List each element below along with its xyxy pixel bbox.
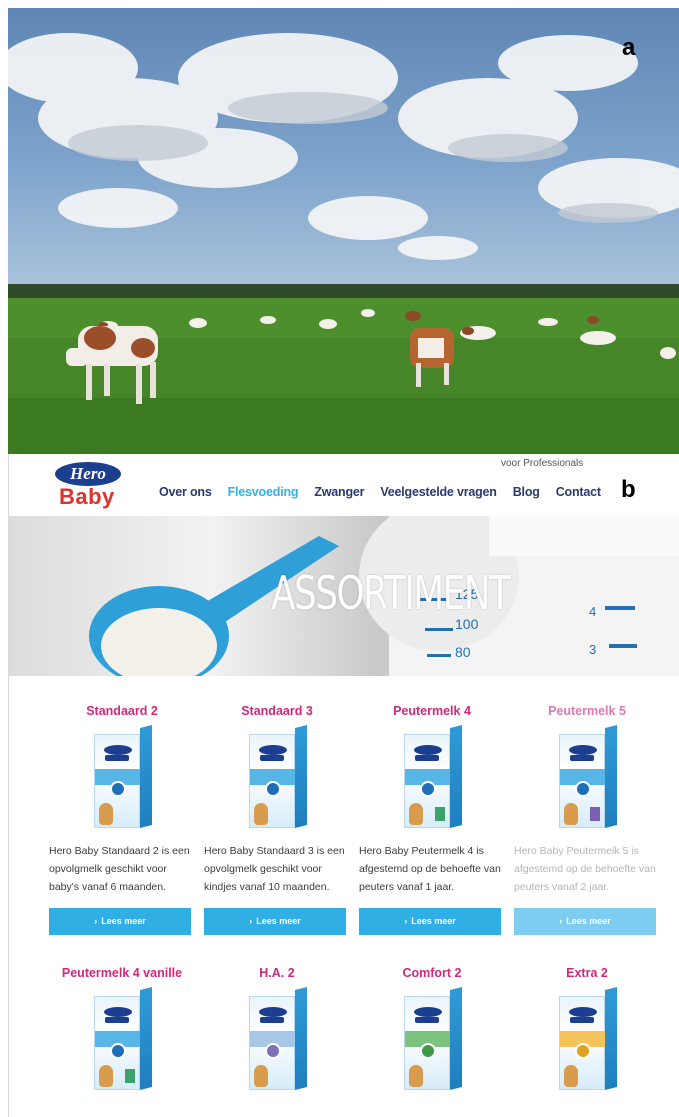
product-box-image[interactable] <box>94 987 152 1090</box>
product-description: Hero Baby Peutermelk 4 is afgestemd op d… <box>359 845 501 893</box>
main-nav: Over ons Flesvoeding Zwanger Veelgesteld… <box>159 485 601 499</box>
chevron-right-icon: › <box>249 916 253 926</box>
read-more-button[interactable]: › Lees meer <box>359 908 501 935</box>
product-description: Hero Baby Standaard 2 is een opvolgmelk … <box>49 845 190 893</box>
product-box-image[interactable] <box>404 725 462 828</box>
nav-item-blog[interactable]: Blog <box>513 485 540 499</box>
product-card: Peutermelk 4 vanille <box>49 966 195 1090</box>
product-card: Peutermelk 5 Hero Baby Peutermelk 5 is a… <box>514 704 660 935</box>
product-card: Standaard 2 Hero Baby Standaard 2 is een… <box>49 704 195 935</box>
scale-label-4: 4 <box>589 604 597 619</box>
panel-label-b: b <box>621 476 636 503</box>
product-card: Standaard 3 Hero Baby Standaard 3 is een… <box>204 704 350 935</box>
product-card: Extra 2 <box>514 966 660 1090</box>
product-card: Peutermelk 4 Hero Baby Peutermelk 4 is a… <box>359 704 505 935</box>
nav-item-over-ons[interactable]: Over ons <box>159 485 212 499</box>
hero-title: ASSORTIMENT <box>271 566 511 620</box>
product-box-image[interactable] <box>249 725 307 828</box>
product-box-image[interactable] <box>559 987 617 1090</box>
read-more-button[interactable]: › Lees meer <box>514 908 656 935</box>
scale-label-80: 80 <box>455 644 471 660</box>
read-more-button[interactable]: › Lees meer <box>49 908 191 935</box>
hero-banner: 125 100 80 4 3 ASSORTIMENT <box>9 516 679 676</box>
professionals-link[interactable]: voor Professionals <box>501 458 583 469</box>
cow-pasture-illustration <box>8 33 679 454</box>
product-name[interactable]: Comfort 2 <box>359 966 505 980</box>
product-name[interactable]: Peutermelk 4 vanille <box>49 966 195 980</box>
hero-baby-logo[interactable]: Hero Baby <box>53 460 125 512</box>
nav-item-zwanger[interactable]: Zwanger <box>314 485 364 499</box>
product-name[interactable]: Standaard 2 <box>49 704 195 718</box>
landscape-photo: a <box>8 8 679 454</box>
chevron-right-icon: › <box>94 916 98 926</box>
product-name[interactable]: Standaard 3 <box>204 704 350 718</box>
hero-baby-website: Hero Baby voor Professionals Over ons Fl… <box>8 454 679 1117</box>
logo-baby-text: Baby <box>59 484 115 509</box>
site-header: Hero Baby voor Professionals Over ons Fl… <box>9 454 679 516</box>
product-name[interactable]: Peutermelk 4 <box>359 704 505 718</box>
product-name[interactable]: Peutermelk 5 <box>514 704 660 718</box>
chevron-right-icon: › <box>559 916 563 926</box>
product-card: H.A. 2 <box>204 966 350 1090</box>
nav-item-contact[interactable]: Contact <box>556 485 601 499</box>
nav-item-flesvoeding[interactable]: Flesvoeding <box>228 485 299 499</box>
product-box-image[interactable] <box>559 725 617 828</box>
product-description: Hero Baby Standaard 3 is een opvolgmelk … <box>204 845 345 893</box>
product-name[interactable]: H.A. 2 <box>204 966 350 980</box>
logo-hero-text: Hero <box>55 462 121 486</box>
panel-label-a: a <box>622 34 636 61</box>
nav-item-veelgestelde-vragen[interactable]: Veelgestelde vragen <box>380 485 497 499</box>
product-description: Hero Baby Peutermelk 5 is afgestemd op d… <box>514 845 656 893</box>
product-card: Comfort 2 <box>359 966 505 1090</box>
product-box-image[interactable] <box>94 725 152 828</box>
product-box-image[interactable] <box>404 987 462 1090</box>
product-name[interactable]: Extra 2 <box>514 966 660 980</box>
product-box-image[interactable] <box>249 987 307 1090</box>
scale-label-3: 3 <box>589 642 597 657</box>
chevron-right-icon: › <box>404 916 408 926</box>
read-more-button[interactable]: › Lees meer <box>204 908 346 935</box>
